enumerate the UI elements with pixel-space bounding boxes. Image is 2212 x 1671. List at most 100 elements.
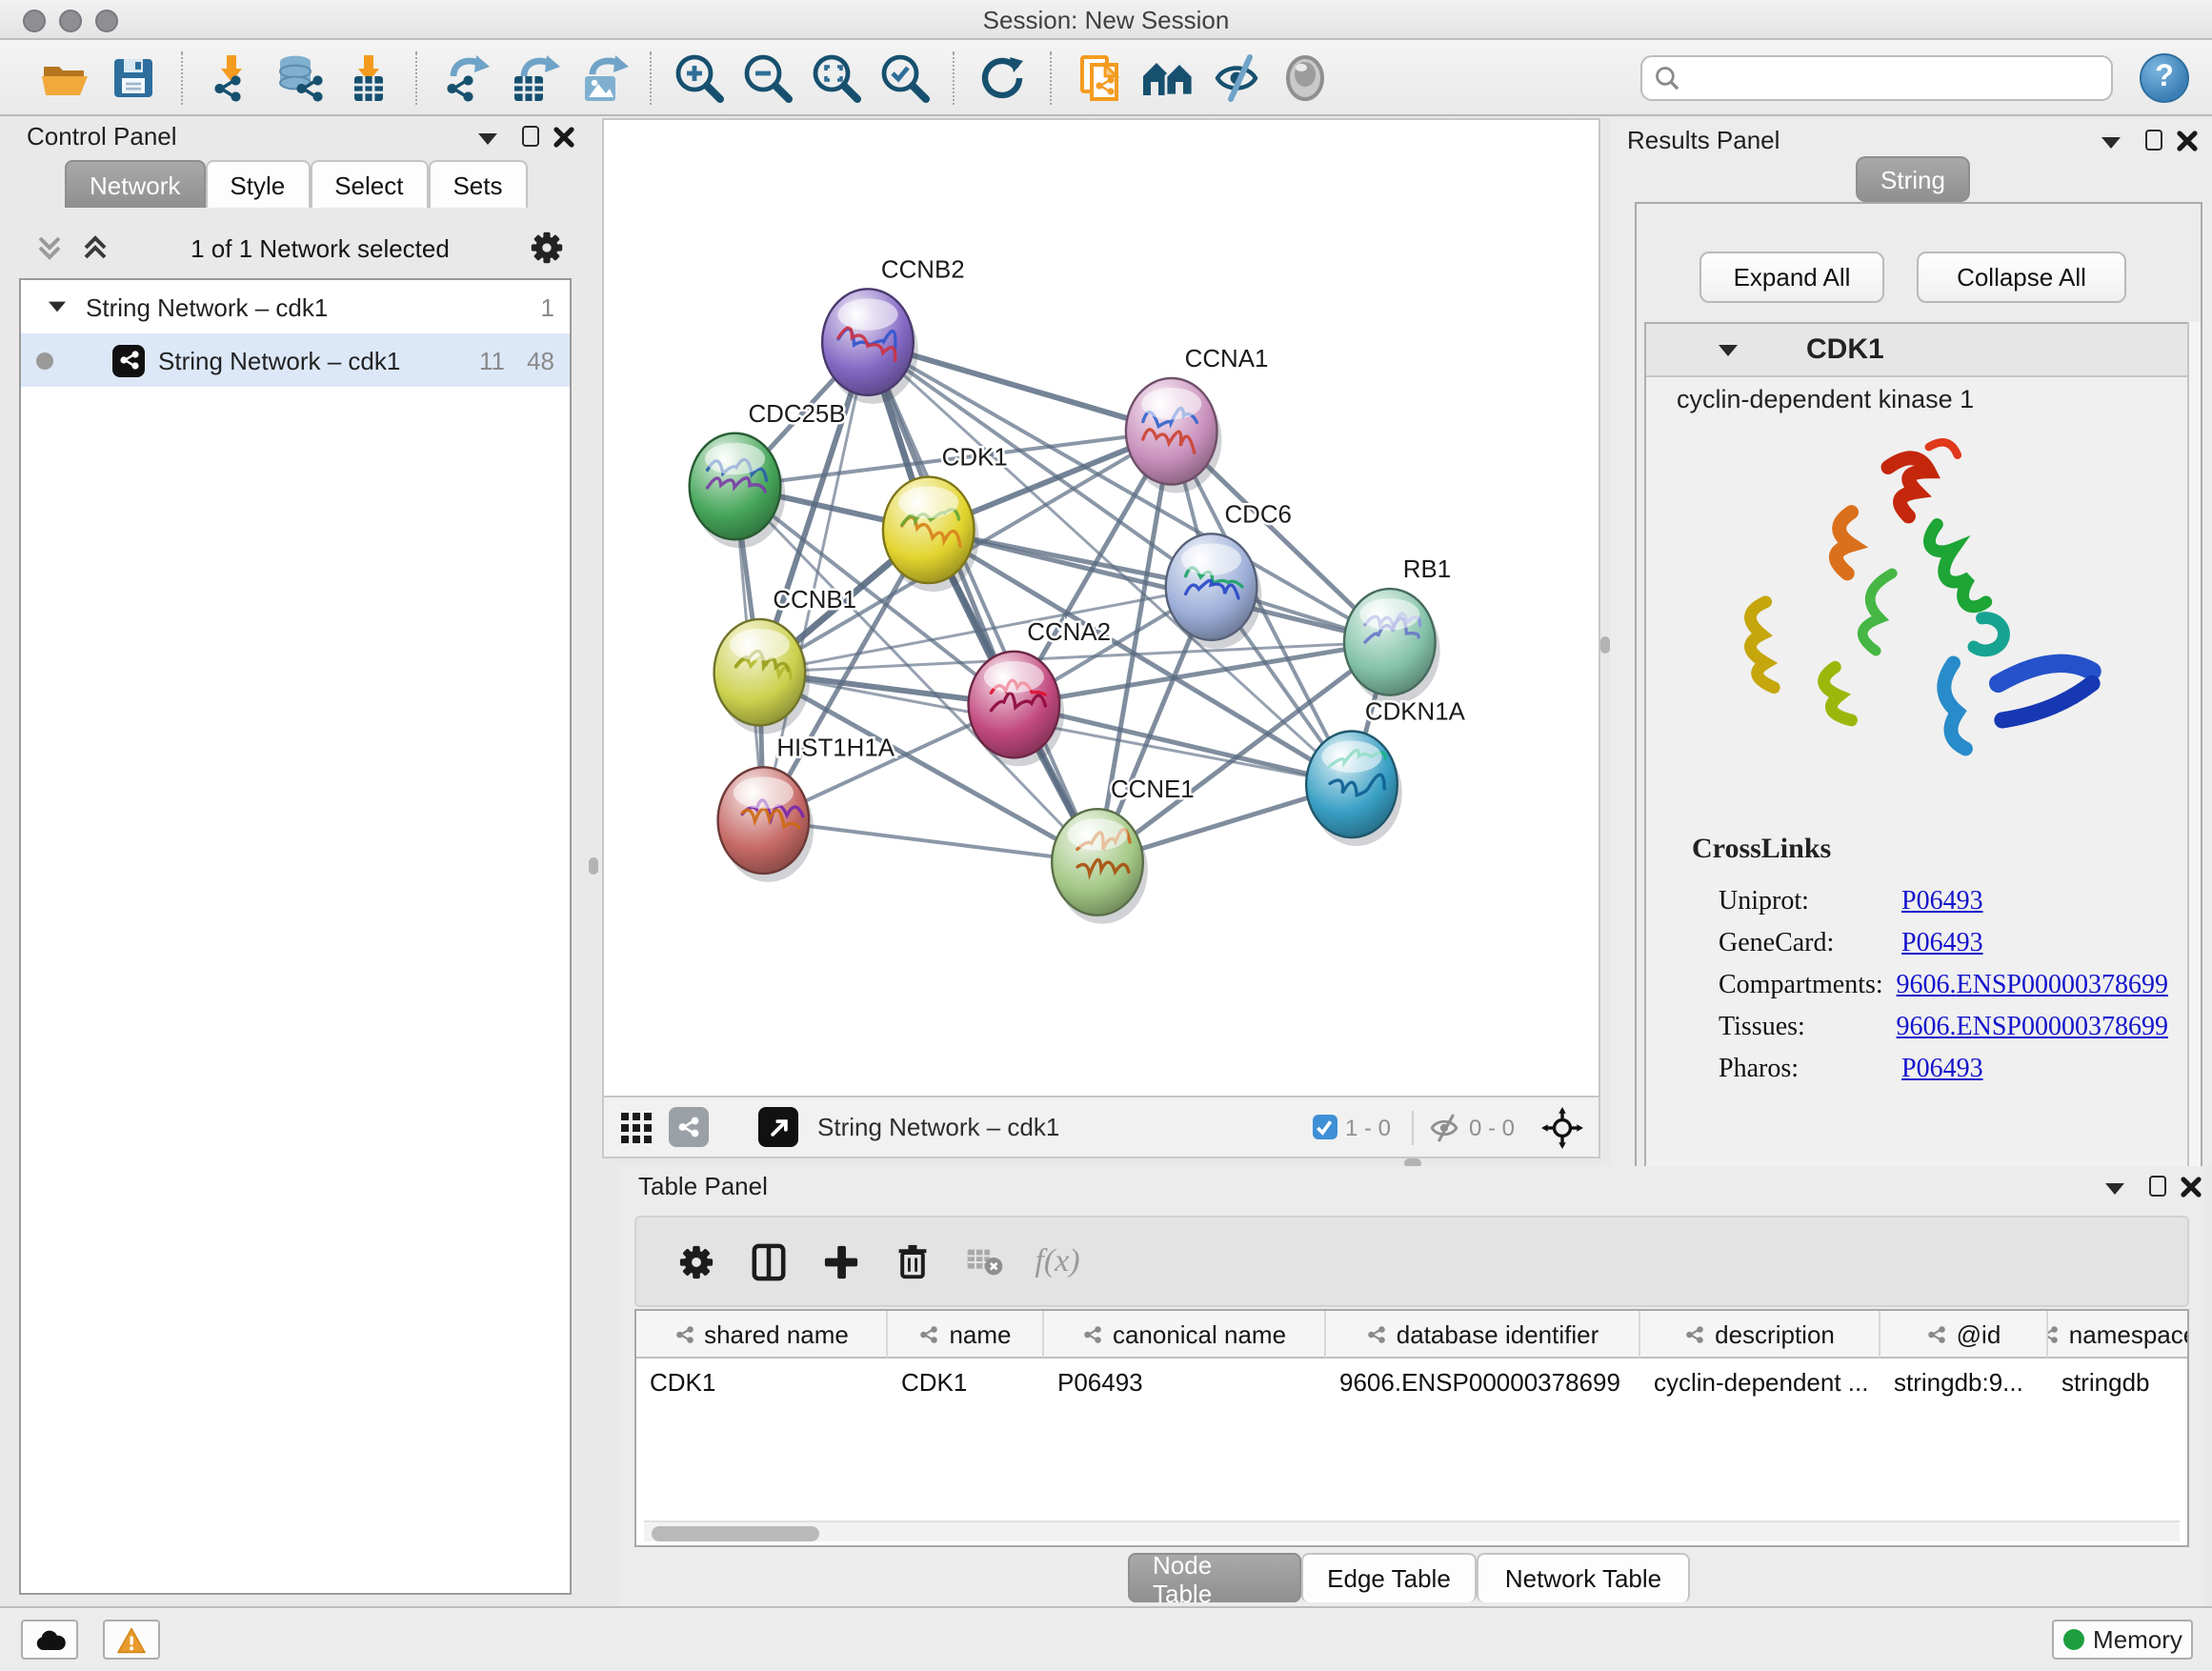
open-session-button[interactable]	[30, 45, 99, 110]
tab-edge-table[interactable]: Edge Table	[1301, 1553, 1477, 1602]
cell-namespace[interactable]: stringdb	[2048, 1359, 2187, 1406]
delete-column-button[interactable]	[876, 1242, 949, 1280]
table-row[interactable]: CDK1 CDK1 P06493 9606.ENSP00000378699 cy…	[636, 1359, 2187, 1406]
column-header[interactable]: description	[1640, 1311, 1880, 1359]
close-panel-icon[interactable]	[2176, 130, 2199, 152]
warnings-button[interactable]	[103, 1620, 160, 1660]
close-panel-icon[interactable]	[2180, 1176, 2202, 1198]
tab-select[interactable]: Select	[310, 160, 428, 208]
network-view: CCNB2CCNA1CDC25BCDK1CDC6RB1CCNB1CCNA2CDK…	[602, 118, 1600, 1160]
genecard-link[interactable]: P06493	[1901, 930, 1983, 960]
expand-all-networks-icon[interactable]	[80, 232, 111, 263]
results-panel: Results Panel Expand All Collapse All CD…	[1610, 118, 2212, 1166]
node-count: 11	[455, 346, 505, 374]
column-header[interactable]: shared name	[636, 1311, 888, 1359]
table-options-button[interactable]	[659, 1243, 732, 1279]
float-panel-icon[interactable]	[522, 126, 539, 147]
compartments-link[interactable]: 9606.ENSP00000378699	[1897, 972, 2168, 1002]
tab-node-table[interactable]: Node Table	[1128, 1553, 1301, 1602]
collapse-panel-icon[interactable]	[2105, 1183, 2124, 1195]
tissues-link[interactable]: 9606.ENSP00000378699	[1897, 1014, 2168, 1044]
expand-all-button[interactable]: Expand All	[1699, 252, 1884, 303]
export-table-button[interactable]	[499, 45, 568, 110]
column-header[interactable]: @id	[1880, 1311, 2048, 1359]
column-header[interactable]: database identifier	[1326, 1311, 1640, 1359]
tab-network-table[interactable]: Network Table	[1477, 1553, 1690, 1602]
import-network-button[interactable]	[196, 45, 265, 110]
network-tree-row-selected[interactable]: String Network – cdk1 11 48	[21, 333, 570, 387]
scrollbar-thumb[interactable]	[652, 1525, 819, 1540]
grid-view-icon[interactable]	[619, 1110, 654, 1144]
results-scrollbar[interactable]	[2187, 322, 2201, 1242]
create-column-button[interactable]	[804, 1243, 876, 1279]
cell-shared-name[interactable]: CDK1	[636, 1359, 888, 1406]
export-image-button[interactable]	[568, 45, 636, 110]
pharos-link[interactable]: P06493	[1901, 1056, 1983, 1086]
network-options-gear-icon[interactable]	[530, 231, 564, 265]
hide-graphics-details-button[interactable]	[1202, 45, 1271, 110]
cell-canonical-name[interactable]: P06493	[1044, 1359, 1326, 1406]
network-tree-root-row[interactable]: String Network – cdk1 1	[21, 280, 570, 333]
zoom-out-button[interactable]	[734, 45, 802, 110]
export-network-button[interactable]	[431, 45, 499, 110]
collapse-all-networks-icon[interactable]	[34, 232, 65, 263]
refresh-view-button[interactable]	[968, 45, 1036, 110]
cell-name[interactable]: CDK1	[888, 1359, 1044, 1406]
tab-string[interactable]: String	[1856, 156, 1970, 202]
open-in-window-icon[interactable]	[758, 1107, 798, 1147]
cloud-button[interactable]	[21, 1620, 78, 1660]
column-header[interactable]: name	[888, 1311, 1044, 1359]
tab-sets[interactable]: Sets	[428, 160, 527, 208]
tab-network[interactable]: Network	[65, 160, 205, 208]
node-gloss	[730, 629, 790, 660]
search-field[interactable]	[1640, 54, 2113, 100]
show-columns-button[interactable]	[732, 1241, 804, 1281]
cell-id[interactable]: stringdb:9...	[1880, 1359, 2048, 1406]
table-horizontal-scrollbar[interactable]	[644, 1520, 2180, 1541]
navigator-crosshair-icon[interactable]	[1541, 1106, 1583, 1148]
network-edge[interactable]	[1014, 705, 1352, 785]
help-button[interactable]: ?	[2140, 52, 2189, 102]
zoom-fit-button[interactable]	[802, 45, 871, 110]
collapse-panel-icon[interactable]	[478, 133, 497, 145]
memory-button[interactable]: Memory	[2052, 1620, 2193, 1660]
gene-section-header[interactable]: CDK1	[1646, 324, 2191, 377]
import-network-from-database-button[interactable]	[265, 45, 333, 110]
network-edge[interactable]	[868, 342, 1097, 862]
clone-network-button[interactable]	[1065, 45, 1134, 110]
close-panel-icon[interactable]	[553, 126, 575, 149]
cell-description[interactable]: cyclin-dependent ...	[1640, 1359, 1880, 1406]
window-title: Session: New Session	[0, 6, 2212, 34]
uniprot-link[interactable]: P06493	[1901, 888, 1983, 918]
zoom-in-button[interactable]	[665, 45, 734, 110]
collapse-panel-icon[interactable]	[2101, 137, 2121, 149]
import-database-icon	[271, 50, 328, 104]
column-header[interactable]: canonical name	[1044, 1311, 1326, 1359]
selected-indicator-checkbox[interactable]	[1313, 1115, 1337, 1139]
column-header[interactable]: namespace	[2048, 1311, 2187, 1359]
window-titlebar: Session: New Session	[0, 0, 2212, 40]
home-networks-button[interactable]	[1134, 45, 1202, 110]
crosslink-label: Tissues:	[1719, 1014, 1897, 1044]
cell-database-identifier[interactable]: 9606.ENSP00000378699	[1326, 1359, 1640, 1406]
section-expander-icon[interactable]	[1719, 344, 1738, 355]
control-panel-tabs: Network Style Select Sets	[65, 160, 528, 208]
show-graphics-details-button[interactable]	[1271, 45, 1339, 110]
import-table-button[interactable]	[333, 45, 402, 110]
collapse-all-button[interactable]: Collapse All	[1917, 252, 2126, 303]
search-input[interactable]	[1680, 62, 2100, 92]
table-tabs: Node Table Edge Table Network Table	[1128, 1553, 1690, 1602]
network-node-label: CCNB2	[881, 256, 965, 283]
float-panel-icon[interactable]	[2149, 1176, 2166, 1197]
network-node-label: CCNE1	[1111, 776, 1195, 803]
save-session-button[interactable]	[99, 45, 168, 110]
float-panel-icon[interactable]	[2145, 130, 2162, 151]
splitter-grip[interactable]	[1600, 636, 1610, 654]
cloud-icon	[33, 1628, 66, 1651]
tab-style[interactable]: Style	[205, 160, 310, 208]
tree-expander-icon[interactable]	[49, 302, 66, 312]
network-canvas[interactable]: CCNB2CCNA1CDC25BCDK1CDC6RB1CCNB1CCNA2CDK…	[602, 118, 1600, 1097]
network-edge[interactable]	[929, 530, 1390, 642]
zoom-selected-button[interactable]	[871, 45, 939, 110]
splitter-grip[interactable]	[589, 857, 598, 875]
